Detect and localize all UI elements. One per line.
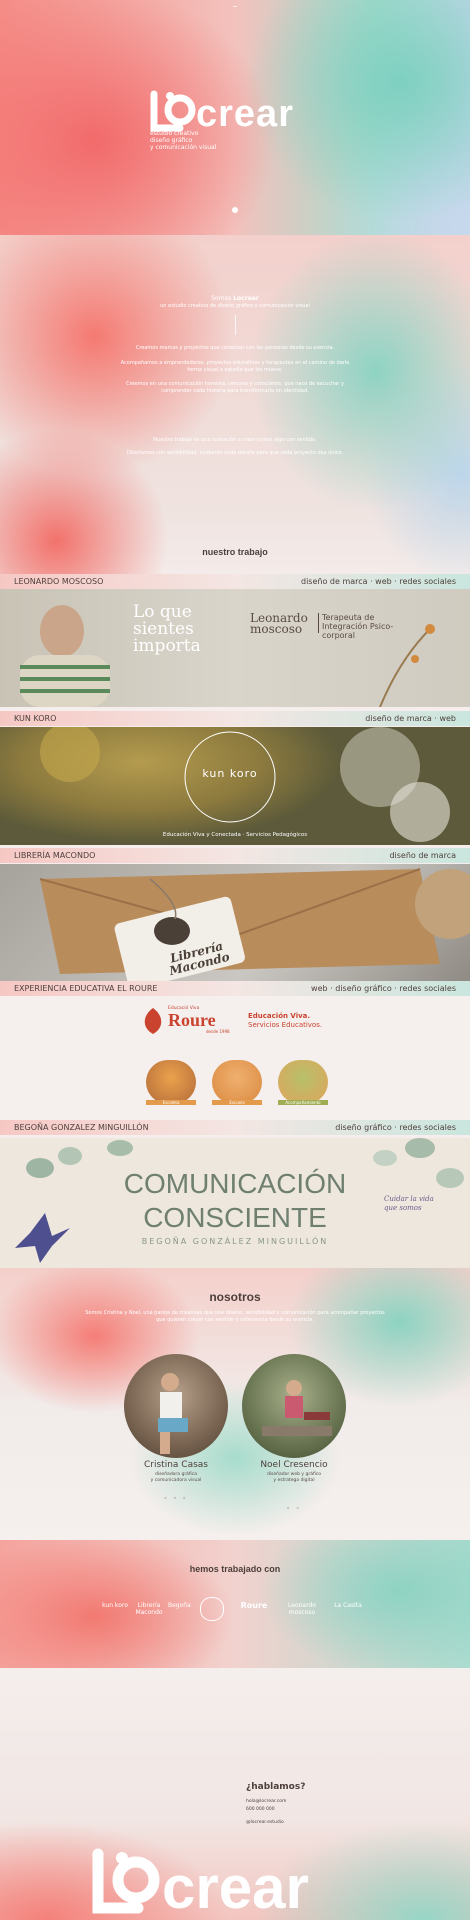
project-image-kunkoro[interactable]: kun koro Educación Viva y Conectada · Se… — [0, 727, 470, 845]
roure-card-image[interactable] — [212, 1060, 262, 1104]
manifesto-title: Somos Locrear — [211, 295, 259, 302]
macondo-envelope-photo — [39, 868, 470, 982]
manifesto-subtitle: un estudio creativo de diseño gráfico y … — [160, 303, 310, 309]
roure-card-image[interactable] — [278, 1060, 328, 1104]
manifesto-paragraph: Nuestro trabajo es una invitación a crea… — [153, 437, 317, 443]
project-tags: diseño de marca · web — [365, 714, 456, 723]
divider-line — [235, 315, 236, 335]
project-image-leonardo[interactable]: Lo que sientes importa Leonardo moscoso … — [0, 589, 470, 707]
manifesto-paragraph: Acompañamos a emprendedoras, proyectos e… — [120, 360, 350, 373]
work-section-title: nuestro trabajo — [202, 547, 268, 557]
client-logo[interactable]: kun koro — [98, 1602, 132, 1609]
roure-card-label: Escuela — [212, 1100, 262, 1105]
roure-headline: Servicios Educativos. — [248, 1021, 323, 1029]
project-tags: diseño de marca — [389, 851, 456, 860]
client-circle-logo[interactable] — [200, 1597, 224, 1621]
leonardo-quote: Lo que sientes importa — [133, 602, 201, 656]
roure-brand: Roure — [168, 1010, 216, 1030]
tagline-line: estudio creativo — [150, 130, 199, 137]
client-logo[interactable]: Roure — [234, 1602, 274, 1610]
kunkoro-background — [40, 727, 450, 842]
tagline-line: y comunicación visual — [150, 144, 217, 151]
contact-phone[interactable]: 600 000 000 — [246, 1807, 275, 1812]
begona-script: Cuidar la vida que somos — [384, 1195, 434, 1212]
leonardo-portrait — [20, 605, 435, 707]
project-bar-kunkoro[interactable]: KUN KORO diseño de marca · web — [0, 711, 470, 726]
contact-email[interactable]: hola@locrear.com — [246, 1799, 286, 1804]
project-tags: diseño gráfico · redes sociales — [335, 1123, 456, 1132]
project-bar-leonardo[interactable]: LEONARDO MOSCOSO diseño de marca · web ·… — [0, 574, 470, 589]
project-image-macondo[interactable]: Librería Macondo — [0, 864, 470, 982]
person-role: y estratega digital — [273, 1478, 315, 1483]
manifesto-paragraph: Creamos marcas y proyectos que conectan … — [135, 345, 335, 351]
manifesto-paragraph: Diseñamos con sensibilidad, cuidando cad… — [126, 450, 344, 456]
roure-since: desde 1998 — [206, 1029, 230, 1034]
project-image-roure[interactable]: Educació Viva Roure desde 1998 Educación… — [0, 996, 470, 1120]
project-name: LIBRERÍA MACONDO — [14, 851, 96, 860]
begona-author: BEGOÑA GONZÁLEZ MINGUILLÓN — [141, 1237, 329, 1246]
contact-title: ¿hablamos? — [246, 1782, 306, 1792]
manifesto-section: Somos Locrear un estudio creativo de dis… — [0, 235, 470, 575]
noel-photo — [242, 1354, 346, 1458]
menu-indicator[interactable] — [233, 6, 237, 7]
nosotros-section: nosotros Somos Cristina y Noel, una pare… — [0, 1268, 470, 1540]
project-tags: web · diseño gráfico · redes sociales — [311, 984, 456, 993]
svg-text:crear: crear — [162, 1854, 309, 1916]
cristina-photo — [124, 1354, 228, 1458]
client-logo[interactable]: Leonardo moscoso — [280, 1602, 324, 1616]
noel-figure — [262, 1380, 332, 1436]
nosotros-intro: Somos Cristina y Noel, una pareja de cre… — [85, 1310, 385, 1323]
nosotros-title: nosotros — [209, 1290, 261, 1304]
roure-card-label: Acompañamiento — [278, 1100, 328, 1105]
project-name: KUN KORO — [14, 714, 57, 723]
client-logo[interactable]: La Casita — [330, 1602, 366, 1609]
project-bar-begona[interactable]: BEGOÑA GONZALEZ MINGUILLÓN diseño gráfic… — [0, 1120, 470, 1135]
roure-card-label: Escoleta — [146, 1100, 196, 1105]
leonardo-brand: Leonardo moscoso — [250, 611, 308, 636]
scroll-down-button[interactable] — [232, 207, 238, 213]
manifesto-paragraph: Creemos en una comunicación honesta, cer… — [126, 381, 344, 394]
project-name: LEONARDO MOSCOSO — [14, 577, 104, 586]
footer-logo: crear — [92, 1848, 309, 1916]
roure-headline: Educación Viva. — [248, 1012, 311, 1020]
client-logo[interactable]: Librería Macondo — [134, 1602, 164, 1616]
brand-divider — [318, 613, 319, 633]
client-logo[interactable]: Begoña — [168, 1602, 191, 1609]
person-name: Noel Cresencio — [260, 1460, 328, 1470]
social-icons[interactable]: ◦ ◦ — [224, 1505, 364, 1512]
clients-title: hemos trabajado con — [189, 1564, 281, 1574]
project-image-begona[interactable]: COMUNICACIÓN CONSCIENTE BEGOÑA GONZÁLEZ … — [0, 1138, 470, 1268]
leonardo-description: Terapeuta de Integración Psico-corporal — [322, 613, 394, 640]
social-icons[interactable]: ◦ ◦ ◦ — [106, 1495, 246, 1502]
tagline-line: diseño gráfico — [150, 137, 193, 144]
kunkoro-caption: Educación Viva y Conectada · Servicios P… — [162, 832, 308, 838]
kunkoro-brand: kun koro — [202, 767, 258, 780]
contact-section: ¿hablamos? hola@locrear.com 600 000 000 … — [0, 1668, 470, 1920]
hero-tagline: estudio creativo diseño gráfico y comuni… — [150, 130, 260, 151]
svg-text:crear: crear — [196, 93, 294, 135]
project-name: EXPERIENCIA EDUCATIVA EL ROURE — [14, 984, 158, 993]
contact-instagram[interactable]: @locrear.estudio — [246, 1820, 284, 1825]
project-bar-roure[interactable]: EXPERIENCIA EDUCATIVA EL ROURE web · dis… — [0, 981, 470, 996]
roure-leaf-icon — [144, 1008, 162, 1034]
roure-card-image[interactable] — [146, 1060, 196, 1104]
cristina-figure — [158, 1373, 188, 1454]
project-bar-macondo[interactable]: LIBRERÍA MACONDO diseño de marca — [0, 848, 470, 863]
project-name: BEGOÑA GONZALEZ MINGUILLÓN — [14, 1123, 149, 1132]
hero-section: crear estudio creativo diseño gráfico y … — [0, 0, 470, 235]
project-tags: diseño de marca · web · redes sociales — [301, 577, 456, 586]
